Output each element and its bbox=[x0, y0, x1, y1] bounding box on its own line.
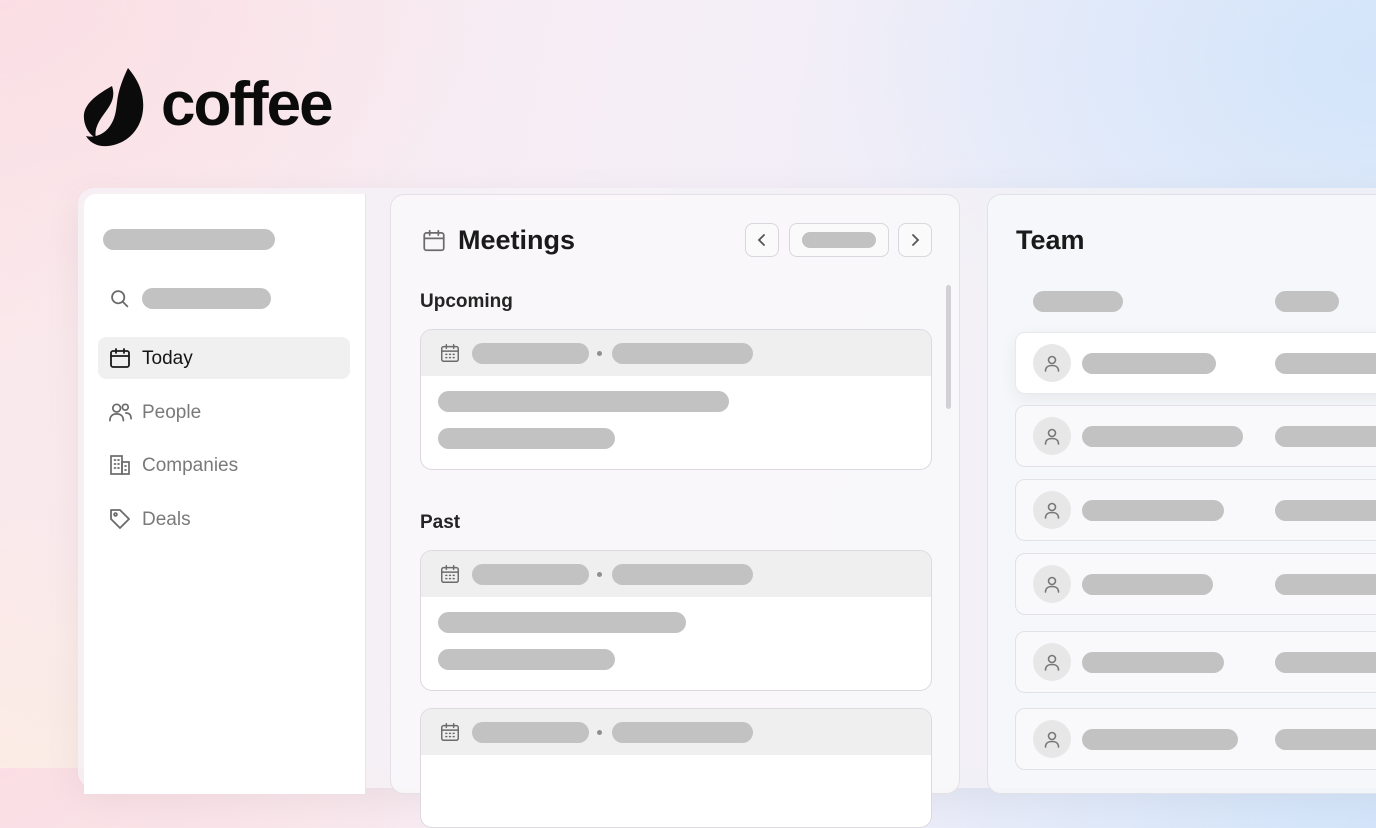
meeting-card[interactable] bbox=[420, 708, 932, 828]
member-name-placeholder bbox=[1082, 574, 1213, 595]
sidebar-item-label: Today bbox=[142, 348, 193, 369]
chevron-left-icon bbox=[757, 234, 765, 246]
team-row[interactable] bbox=[1015, 708, 1376, 770]
past-section-title: Past bbox=[420, 512, 461, 533]
meeting-card[interactable] bbox=[420, 550, 932, 691]
meeting-time-placeholder bbox=[612, 343, 753, 364]
meeting-date-placeholder bbox=[472, 564, 589, 585]
team-row[interactable] bbox=[1015, 479, 1376, 541]
member-role-placeholder bbox=[1275, 426, 1376, 447]
tag-icon bbox=[108, 507, 132, 531]
member-name-placeholder bbox=[1082, 426, 1243, 447]
workspace-name-placeholder[interactable] bbox=[103, 229, 275, 250]
team-row[interactable] bbox=[1015, 405, 1376, 467]
chevron-right-icon bbox=[912, 234, 920, 246]
sidebar-item-today[interactable]: Today bbox=[98, 337, 350, 379]
meeting-subtitle-placeholder bbox=[438, 649, 615, 670]
person-icon bbox=[1044, 576, 1060, 593]
team-row[interactable] bbox=[1015, 553, 1376, 615]
meeting-card-header bbox=[421, 330, 931, 376]
separator-dot bbox=[597, 572, 602, 577]
next-date-button[interactable] bbox=[898, 223, 932, 257]
separator-dot bbox=[597, 351, 602, 356]
member-name-placeholder bbox=[1082, 729, 1238, 750]
avatar bbox=[1033, 344, 1071, 382]
meetings-title: Meetings bbox=[458, 225, 576, 255]
sidebar-item-companies[interactable]: Companies bbox=[98, 444, 350, 486]
member-role-placeholder bbox=[1275, 353, 1376, 374]
sidebar-item-deals[interactable]: Deals bbox=[98, 498, 350, 540]
sidebar: Today People Companies Deals bbox=[84, 194, 366, 794]
team-row[interactable] bbox=[1015, 332, 1376, 394]
column-header-name-placeholder[interactable] bbox=[1033, 291, 1123, 312]
person-icon bbox=[1044, 731, 1060, 748]
meetings-panel: Meetings Upcoming Past bbox=[390, 194, 960, 828]
meeting-date-placeholder bbox=[472, 343, 589, 364]
calendar-grid-icon bbox=[439, 563, 461, 585]
brand-name: coffee bbox=[161, 70, 334, 139]
separator-dot bbox=[597, 730, 602, 735]
meeting-title-placeholder bbox=[438, 612, 686, 633]
member-role-placeholder bbox=[1275, 729, 1376, 750]
avatar bbox=[1033, 491, 1071, 529]
people-icon bbox=[108, 400, 133, 424]
brand-logo: coffee bbox=[82, 66, 334, 148]
meeting-time-placeholder bbox=[612, 722, 753, 743]
member-name-placeholder bbox=[1082, 500, 1224, 521]
sidebar-item-label: People bbox=[142, 402, 202, 423]
column-header-role-placeholder[interactable] bbox=[1275, 291, 1339, 312]
team-title: Team bbox=[1016, 225, 1085, 255]
calendar-grid-icon bbox=[439, 342, 461, 364]
meeting-card-header bbox=[421, 551, 931, 597]
avatar bbox=[1033, 565, 1071, 603]
avatar bbox=[1033, 643, 1071, 681]
member-role-placeholder bbox=[1275, 500, 1376, 521]
building-icon bbox=[108, 453, 132, 477]
search-icon[interactable] bbox=[109, 288, 130, 309]
member-name-placeholder bbox=[1082, 353, 1216, 374]
meeting-title-placeholder bbox=[438, 391, 729, 412]
sidebar-item-label: Deals bbox=[142, 509, 191, 530]
member-role-placeholder bbox=[1275, 574, 1376, 595]
calendar-icon bbox=[108, 346, 132, 370]
member-name-placeholder bbox=[1082, 652, 1224, 673]
calendar-grid-icon bbox=[439, 721, 461, 743]
meeting-time-placeholder bbox=[612, 564, 753, 585]
avatar bbox=[1033, 720, 1071, 758]
team-row[interactable] bbox=[1015, 631, 1376, 693]
team-panel: Team bbox=[987, 194, 1376, 794]
date-range-selector[interactable] bbox=[789, 223, 889, 257]
meeting-date-placeholder bbox=[472, 722, 589, 743]
person-icon bbox=[1044, 428, 1060, 445]
scrollbar[interactable] bbox=[946, 285, 951, 409]
person-icon bbox=[1044, 654, 1060, 671]
avatar bbox=[1033, 417, 1071, 455]
prev-date-button[interactable] bbox=[745, 223, 779, 257]
meeting-card-header bbox=[421, 709, 931, 755]
sidebar-item-people[interactable]: People bbox=[98, 391, 350, 433]
date-range-placeholder bbox=[802, 232, 876, 248]
meeting-subtitle-placeholder bbox=[438, 428, 615, 449]
search-input[interactable] bbox=[142, 288, 271, 309]
calendar-icon bbox=[421, 227, 447, 254]
member-role-placeholder bbox=[1275, 652, 1376, 673]
coffee-bean-logo-icon bbox=[83, 68, 144, 147]
person-icon bbox=[1044, 355, 1060, 372]
person-icon bbox=[1044, 502, 1060, 519]
sidebar-item-label: Companies bbox=[142, 455, 239, 476]
upcoming-section-title: Upcoming bbox=[420, 291, 513, 312]
meeting-card[interactable] bbox=[420, 329, 932, 470]
